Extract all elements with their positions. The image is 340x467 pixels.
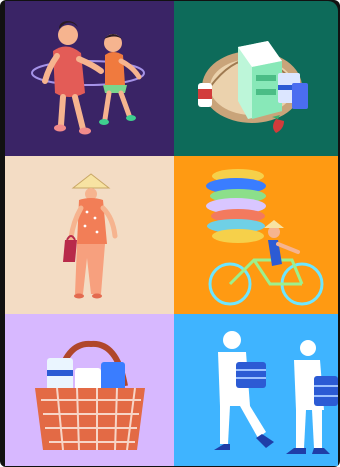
children-playing-illustration: [31, 21, 145, 135]
illustration-grid: [5, 1, 338, 466]
tile-workers-carrying-crates: [174, 314, 338, 466]
tile-woman-conical-hat: [5, 156, 174, 314]
tile-market-basket-milk: [174, 1, 338, 156]
woven-basket-illustration: [35, 340, 145, 451]
tile-vendor-bicycle: [174, 156, 338, 314]
tile-children-playing: [5, 1, 174, 156]
vendor-bicycle-illustration: [206, 169, 324, 306]
illustration-frame: [0, 0, 340, 467]
workers-illustration: [214, 331, 338, 454]
woman-conical-hat-illustration: [63, 173, 118, 299]
tile-woven-basket: [5, 314, 174, 466]
basket-milk-illustration: [198, 41, 308, 133]
